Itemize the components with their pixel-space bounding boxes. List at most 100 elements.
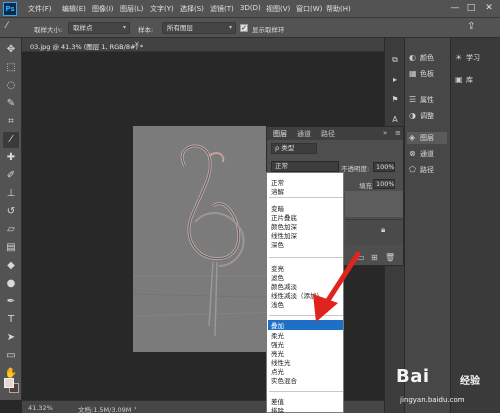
sample-size-value: 取样点 [73, 24, 93, 32]
blend-option[interactable]: 排除 [271, 405, 284, 413]
document-tab[interactable]: 03.jpg @ 41.3% (图层 1, RGB/8#) * × [22, 38, 384, 52]
lasso-tool-icon[interactable]: ◌ [3, 78, 19, 94]
blend-option[interactable]: 实色混合 [271, 375, 297, 385]
channels-icon: ⊗ [409, 149, 416, 158]
healing-brush-tool-icon[interactable]: ✚ [3, 150, 19, 166]
crop-tool-icon[interactable]: ⌗ [3, 114, 19, 130]
menu-view[interactable]: 视图(V) [266, 4, 290, 14]
layer-row-layer1[interactable] [345, 191, 403, 217]
blend-option[interactable]: 浅色 [271, 299, 284, 309]
minimize-button[interactable]: — [448, 2, 462, 15]
layer-kind-filter[interactable]: ρ 类型 [271, 143, 317, 154]
menu-filter[interactable]: 滤镜(T) [210, 4, 234, 14]
fill-label: 填充: [359, 182, 375, 190]
collapse-icon[interactable]: » [383, 129, 387, 137]
blend-mode-select[interactable]: 正常 [271, 161, 339, 172]
panel-libraries-label: 库 [466, 76, 473, 84]
menu-image[interactable]: 图像(I) [92, 4, 114, 14]
adjust-icon: ◑ [409, 111, 416, 120]
rectangle-tool-icon[interactable]: ▭ [3, 348, 19, 364]
close-window-button[interactable]: ✕ [482, 2, 496, 15]
tab-paths[interactable]: 路径 [321, 129, 335, 139]
menu-divider [269, 315, 343, 316]
path-select-tool-icon[interactable]: ➤ [3, 330, 19, 346]
new-layer-icon[interactable]: ⊞ [371, 253, 378, 262]
fill-input[interactable]: 100% [373, 179, 395, 189]
panel-menu-icon[interactable]: ≡ [395, 129, 401, 137]
actions-panel-icon[interactable]: ▸ [389, 74, 401, 86]
panel-color[interactable]: ◐ 颜色 [409, 52, 434, 64]
eraser-tool-icon[interactable]: ▱ [3, 222, 19, 238]
lock-icon: 🔒︎ [381, 225, 386, 234]
show-ring-checkbox[interactable]: ✓ [240, 24, 248, 32]
layers-icon: ◈ [409, 133, 416, 142]
character-panel-icon[interactable]: A [389, 114, 401, 126]
foreground-color-swatch[interactable] [4, 378, 14, 388]
layer-row-background[interactable] [345, 219, 403, 245]
panel-layers[interactable]: ◈ 图层 [407, 132, 447, 144]
menu-window[interactable]: 窗口(W) [296, 4, 322, 14]
menu-edit[interactable]: 编辑(E) [62, 4, 86, 14]
sample-label: 样本: [138, 26, 154, 34]
panel-swatches-label: 色板 [420, 70, 434, 78]
menu-3d[interactable]: 3D(D) [240, 4, 261, 12]
panel-learn[interactable]: ☀ 学习 [455, 52, 480, 64]
menu-select[interactable]: 选择(S) [180, 4, 204, 14]
menu-file[interactable]: 文件(F) [28, 4, 52, 14]
share-icon[interactable]: ⇪ [467, 21, 475, 32]
menu-layer[interactable]: 图层(L) [120, 4, 143, 14]
dodge-tool-icon[interactable]: ● [3, 276, 19, 292]
maximize-button[interactable]: □ [464, 2, 478, 15]
blend-option[interactable]: 溶解 [271, 186, 284, 196]
panel-properties[interactable]: ☰ 属性 [409, 94, 434, 106]
panel-color-label: 颜色 [420, 54, 434, 62]
eyedropper-tool-icon[interactable]: ⁄ [3, 132, 19, 148]
blur-tool-icon[interactable]: ◆ [3, 258, 19, 274]
opacity-input[interactable]: 100% [373, 162, 395, 172]
type-tool-icon[interactable]: T [3, 312, 19, 328]
lightbulb-icon: ☀ [455, 53, 463, 62]
brush-tool-icon[interactable]: ✐ [3, 168, 19, 184]
blend-option[interactable]: 深色 [271, 239, 284, 249]
move-tool-icon[interactable]: ✥ [3, 42, 19, 58]
menu-help[interactable]: 帮助(H) [326, 4, 351, 14]
sliders-icon: ☰ [409, 95, 417, 104]
panel-libraries[interactable]: ▣ 库 [455, 74, 473, 86]
chevron-down-icon: ▾ [122, 24, 126, 31]
menu-bar: Ps 文件(F) 编辑(E) 图像(I) 图层(L) 文字(Y) 选择(S) 滤… [0, 0, 500, 18]
history-panel-icon[interactable]: ⧉ [389, 54, 401, 66]
photoshop-logo: Ps [3, 2, 17, 16]
panel-swatches[interactable]: ▦ 色板 [409, 68, 434, 80]
menu-divider [269, 391, 343, 392]
blend-option-selected[interactable]: 叠加 [268, 320, 343, 330]
watermark-brand: Bai [396, 366, 430, 387]
zoom-level[interactable]: 41.32% [28, 404, 53, 412]
panel-properties-label: 属性 [420, 96, 434, 104]
new-group-icon[interactable]: ▭ [357, 253, 365, 262]
pen-tool-icon[interactable]: ✒ [3, 294, 19, 310]
brush-settings-icon[interactable]: ⚑ [389, 94, 401, 106]
history-brush-tool-icon[interactable]: ↺ [3, 204, 19, 220]
menu-type[interactable]: 文字(Y) [150, 4, 174, 14]
menu-divider [269, 257, 343, 258]
gradient-tool-icon[interactable]: ▤ [3, 240, 19, 256]
sample-size-select[interactable]: 取样点 ▾ [68, 22, 130, 34]
baidu-watermark: Bai 经验 jingyan.baidu.com [396, 366, 500, 410]
panel-adjustments[interactable]: ◑ 调整 [409, 110, 434, 122]
sample-select[interactable]: 所有图层 ▾ [162, 22, 236, 34]
chevron-right-icon[interactable]: › [134, 404, 137, 412]
close-icon[interactable]: × [134, 40, 140, 48]
quick-select-tool-icon[interactable]: ✎ [3, 96, 19, 112]
tab-layers[interactable]: 图层 [273, 129, 287, 139]
panel-learn-label: 学习 [466, 54, 480, 62]
eyedropper-preset-icon[interactable]: ⁄ [6, 21, 8, 31]
document-tab-label: 03.jpg @ 41.3% (图层 1, RGB/8#) * [30, 43, 144, 51]
panel-channels[interactable]: ⊗ 通道 [409, 148, 434, 160]
panel-paths[interactable]: ⬠ 路径 [409, 164, 434, 176]
delete-layer-icon[interactable]: 🗑︎ [385, 253, 395, 262]
tools-panel: ✥ ⬚ ◌ ✎ ⌗ ⁄ ✚ ✐ ⊥ ↺ ▱ ▤ ◆ ● ✒ T ➤ ▭ ✋ [0, 38, 22, 400]
clone-stamp-tool-icon[interactable]: ⊥ [3, 186, 19, 202]
tab-channels[interactable]: 通道 [297, 129, 311, 139]
marquee-tool-icon[interactable]: ⬚ [3, 60, 19, 76]
panel-channels-label: 通道 [420, 150, 434, 158]
